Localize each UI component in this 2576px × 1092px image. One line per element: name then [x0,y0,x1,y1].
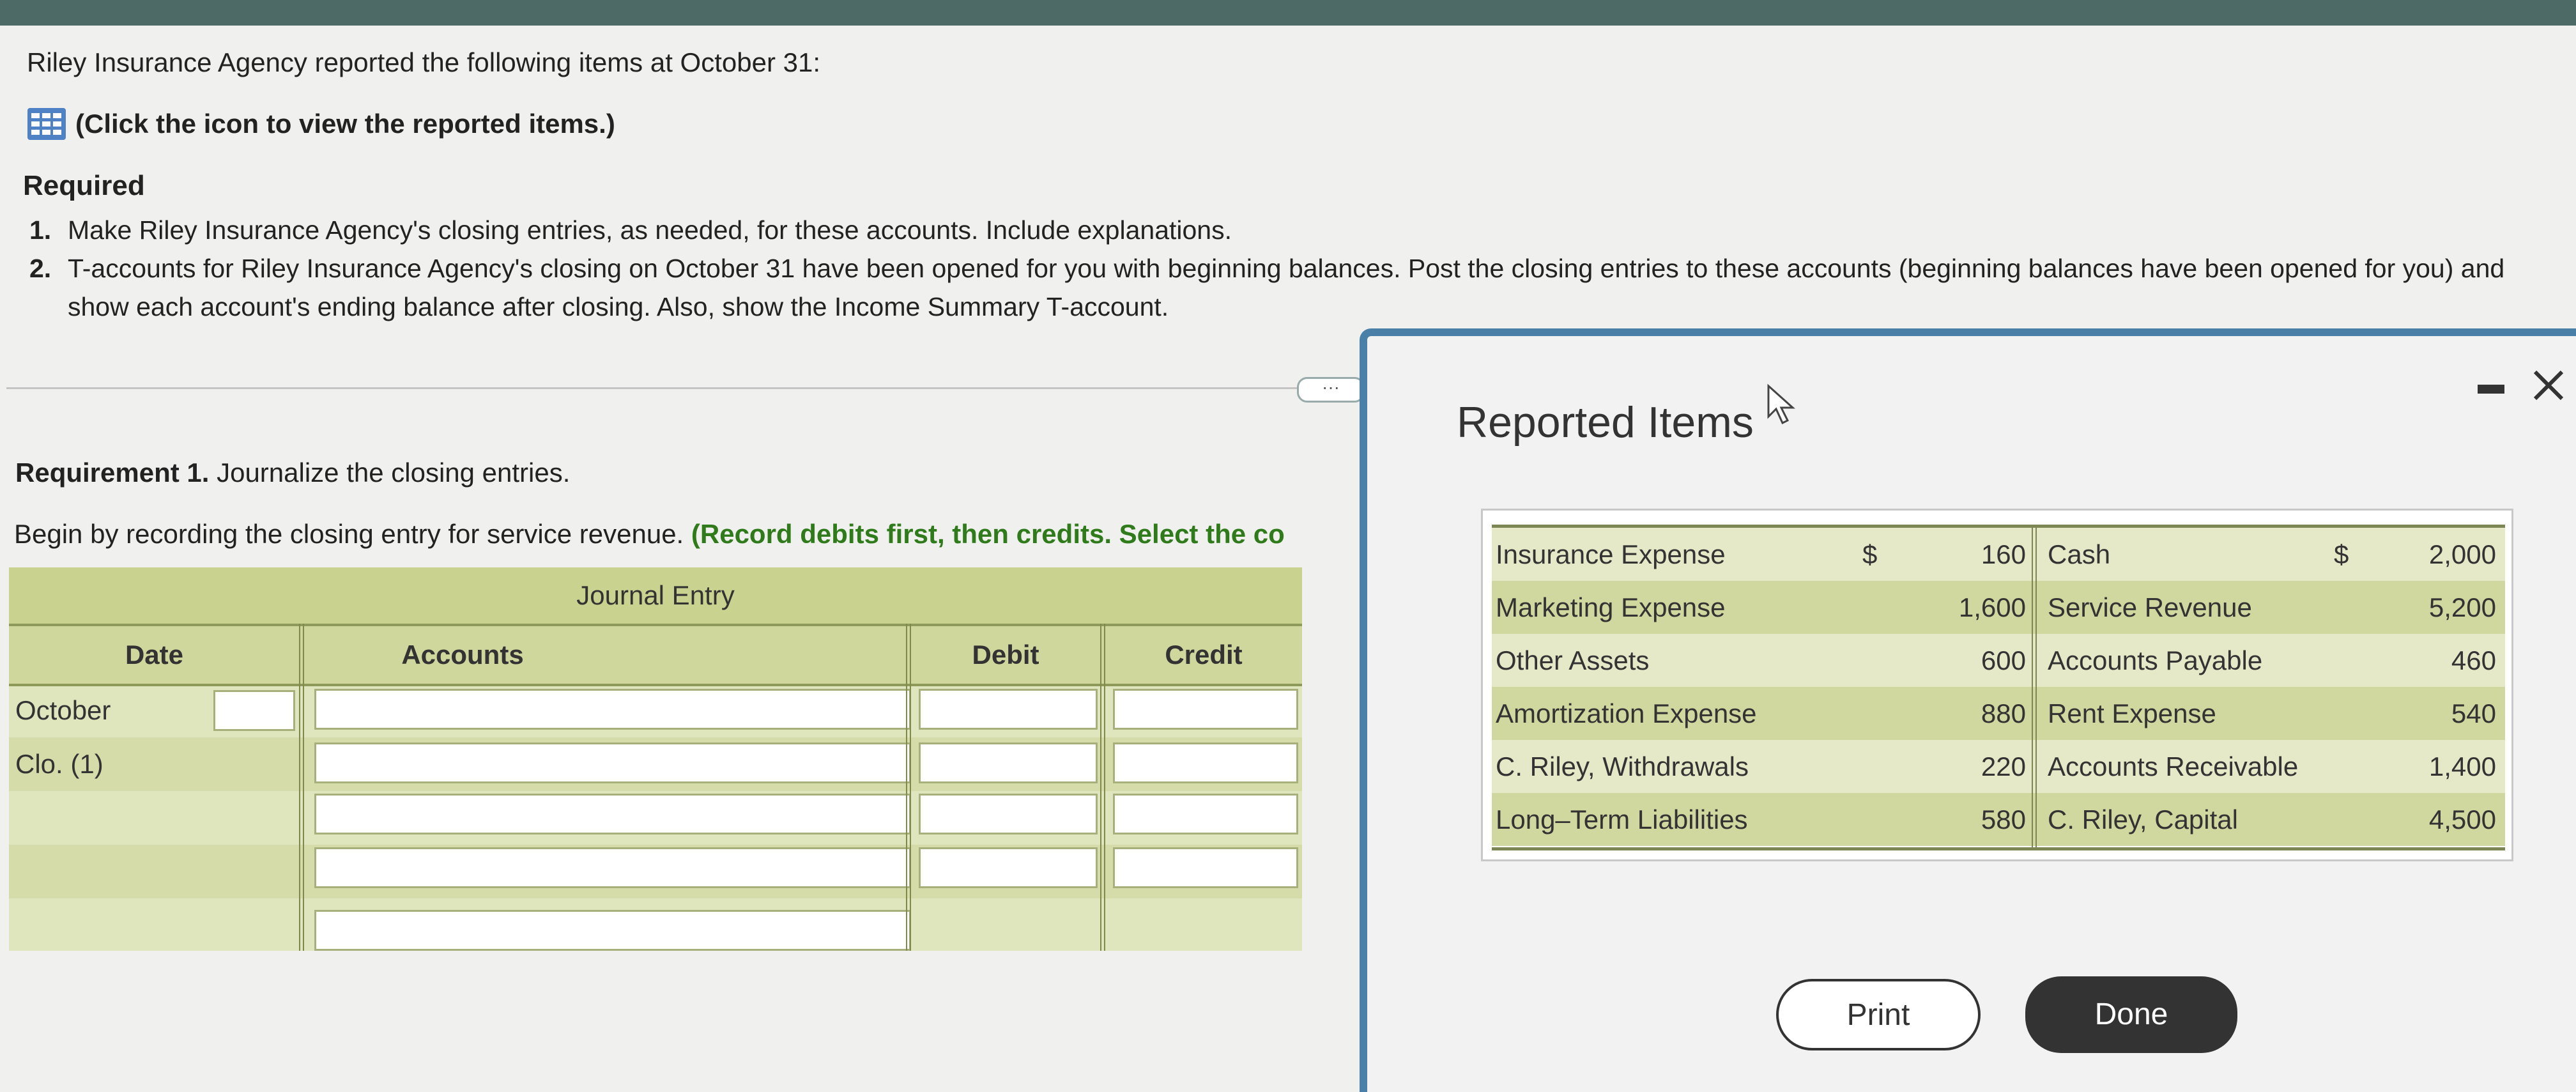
required-item-number: 1. [29,215,52,245]
credit-input[interactable] [1113,689,1298,730]
right-amount: 460 [2451,645,2496,675]
required-heading: Required [23,170,145,201]
requirement-1-text: Journalize the closing entries. [209,458,571,488]
left-account: Marketing Expense [1496,592,1726,622]
account-input[interactable] [314,794,911,834]
debit-input[interactable] [919,794,1098,834]
required-item: 2. T-accounts for Riley Insurance Agency… [29,249,2572,326]
left-account: Amortization Expense [1496,698,1757,728]
journal-row [9,791,1302,845]
table-row: Marketing Expense 1,600 Service Revenue … [1492,581,2505,634]
journal-row: Clo. (1) [9,737,1302,791]
print-button[interactable]: Print [1776,979,1981,1050]
expand-more-button[interactable]: ··· [1297,377,1365,403]
left-amount: 1,600 [1958,592,2026,622]
right-account: C. Riley, Capital [2048,804,2238,834]
date-column-header: Date [125,640,184,670]
instruction-hint: (Record debits first, then credits. Sele… [691,519,1285,549]
credit-input[interactable] [1113,742,1298,783]
right-currency: $ [2334,539,2349,569]
debit-column-header: Debit [972,640,1039,670]
credit-input[interactable] [1113,847,1298,888]
account-input[interactable] [314,742,911,783]
account-input[interactable] [314,847,911,888]
intro-text: Riley Insurance Agency reported the foll… [27,47,820,77]
required-item-text: T-accounts for Riley Insurance Agency's … [68,254,2505,321]
left-amount: 220 [1981,751,2026,781]
journal-row [9,898,1302,952]
minimize-icon[interactable] [2478,385,2504,394]
view-items-label: (Click the icon to view the reported ite… [75,109,615,139]
left-amount: 880 [1981,698,2026,728]
journal-entry-table: Journal Entry Date Accounts Debit Credit… [9,567,1302,951]
left-amount: 580 [1981,804,2026,834]
reported-items-table: Insurance Expense $ 160 Cash $ 2,000 Mar… [1492,525,2505,850]
right-amount: 4,500 [2428,804,2496,834]
requirement-1-heading: Requirement 1. Journalize the closing en… [15,458,570,488]
table-row: C. Riley, Withdrawals 220 Accounts Recei… [1492,740,2505,793]
month-label: October [15,695,111,725]
left-amount: 600 [1981,645,2026,675]
left-currency: $ [1862,539,1878,569]
requirement-1-label: Requirement 1. [15,458,210,488]
right-amount: 1,400 [2428,751,2496,781]
day-input[interactable] [213,690,295,731]
credit-input[interactable] [1113,794,1298,834]
journal-row: October [9,684,1302,737]
required-item: 1. Make Riley Insurance Agency's closing… [29,211,2572,249]
account-input[interactable] [314,910,911,951]
journal-entry-title: Journal Entry [9,567,1302,624]
right-account: Accounts Receivable [2048,751,2299,781]
table-row: Long–Term Liabilities 580 C. Riley, Capi… [1492,793,2505,846]
column-divider [906,624,911,951]
journal-row [9,845,1302,898]
table-row: Amortization Expense 880 Rent Expense 54… [1492,687,2505,740]
required-list: 1. Make Riley Insurance Agency's closing… [29,211,2572,326]
table-row: Other Assets 600 Accounts Payable 460 [1492,634,2505,687]
right-account: Accounts Payable [2048,645,2263,675]
right-account: Rent Expense [2048,698,2216,728]
reported-items-panel: Insurance Expense $ 160 Cash $ 2,000 Mar… [1481,509,2513,861]
column-divider [1100,624,1105,951]
debit-input[interactable] [919,742,1098,783]
table-row: Insurance Expense $ 160 Cash $ 2,000 [1492,528,2505,581]
column-divider [299,624,304,951]
close-icon[interactable] [2531,368,2566,403]
right-amount: 2,000 [2428,539,2496,569]
reported-items-dialog: Reported Items Insurance Expense $ 160 C… [1360,328,2576,1092]
debit-input[interactable] [919,847,1098,888]
instruction-main: Begin by recording the closing entry for… [14,519,691,549]
journal-column-headers: Date Accounts Debit Credit [9,624,1302,686]
entry-label: Clo. (1) [15,749,103,779]
left-account: Long–Term Liabilities [1496,804,1748,834]
right-amount: 5,200 [2428,592,2496,622]
accounts-column-header: Accounts [401,640,524,670]
mouse-pointer-icon [1767,383,1795,425]
required-item-text: Make Riley Insurance Agency's closing en… [68,215,1232,245]
left-account: Other Assets [1496,645,1650,675]
right-account: Cash [2048,539,2111,569]
right-account: Service Revenue [2048,592,2252,622]
column-divider [2032,528,2037,847]
top-bar [0,0,2576,26]
left-account: Insurance Expense [1496,539,1726,569]
debit-input[interactable] [919,689,1098,730]
instruction-text: Begin by recording the closing entry for… [14,519,1362,550]
required-item-number: 2. [29,254,52,283]
dialog-title: Reported Items [1457,398,1754,447]
right-amount: 540 [2451,698,2496,728]
section-divider [6,387,1303,389]
account-input[interactable] [314,689,911,730]
credit-column-header: Credit [1165,640,1243,670]
done-button[interactable]: Done [2025,976,2237,1053]
view-items-link[interactable]: (Click the icon to view the reported ite… [27,107,615,141]
table-grid-icon[interactable] [27,107,66,141]
left-account: C. Riley, Withdrawals [1496,751,1749,781]
left-amount: 160 [1981,539,2026,569]
